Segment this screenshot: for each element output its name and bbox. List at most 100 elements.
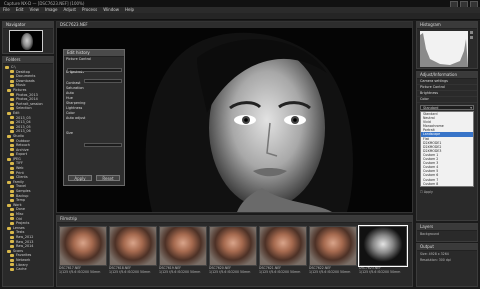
layer-background[interactable]: Background: [417, 231, 477, 237]
output-panel: Output Size: 4928 x 3264 Resolution: 300…: [416, 243, 478, 287]
folder-icon: [10, 120, 14, 124]
folder-icon: [10, 84, 14, 88]
folder-icon: [10, 130, 14, 134]
folder-icon: [10, 171, 14, 175]
folder-icon: [10, 79, 14, 83]
folder-icon: [10, 212, 14, 216]
folder-icon: [10, 153, 14, 157]
filmstrip-list: DSC7617.NEF 1/125 f/5.6 ISO200 50mm DSC761…: [59, 225, 411, 284]
filmstrip-item[interactable]: DSC7620.NEF 1/125 f/5.6 ISO200 50mm: [209, 226, 257, 284]
folder-icon: [10, 125, 14, 129]
adjust-item-color[interactable]: Color: [417, 97, 477, 103]
filmstrip-item[interactable]: DSC7618.NEF 1/125 f/5.6 ISO200 50mm: [109, 226, 157, 284]
navigator-preview[interactable]: [9, 30, 43, 52]
folder-icon: [10, 176, 14, 180]
folder-icon: [5, 65, 9, 69]
toolbar: [0, 13, 480, 20]
folder-icon: [10, 221, 14, 225]
filmstrip-item[interactable]: DSC7619.NEF 1/125 f/5.6 ISO200 50mm: [159, 226, 207, 284]
dialog-preset-value: Neutral: [70, 70, 82, 74]
filmstrip-panel: Filmstrip DSC7617.NEF 1/125 f/5.6 ISO200 …: [56, 215, 413, 287]
filmstrip-item[interactable]: DSC7623.NEF 1/125 f/5.6 ISO200 50mm: [358, 225, 408, 284]
filmstrip-item[interactable]: DSC7617.NEF 1/125 f/5.6 ISO200 50mm: [59, 226, 107, 284]
apply-label: Apply: [74, 176, 86, 181]
folder-label: Cache: [16, 267, 27, 272]
navigator-face-image: [21, 33, 33, 50]
output-resolution: Resolution: 300 dpi: [420, 258, 451, 262]
histogram-panel: Histogram: [416, 21, 478, 69]
folder-icon: [10, 93, 14, 97]
folder-icon: [7, 203, 11, 207]
folder-icon: [10, 240, 14, 244]
histogram-title: Histogram: [417, 22, 477, 29]
adjust-extra-checkbox[interactable]: ☐ Apply: [420, 190, 474, 195]
folder-icon: [10, 231, 14, 235]
folder-icon: [10, 244, 14, 248]
folder-icon: [10, 267, 14, 271]
chevron-down-icon: ▾: [470, 106, 472, 110]
folder-icon: [10, 74, 14, 78]
folder-icon: [10, 235, 14, 239]
dialog-row-auto-adjust[interactable]: Auto adjust: [64, 116, 124, 121]
folder-label: C:\: [11, 65, 16, 69]
filmstrip-title: Filmstrip: [57, 216, 412, 223]
histogram-graph: [420, 31, 468, 67]
dialog-row-picture-control: Picture Control: [66, 57, 91, 61]
thumbnail-info: 1/125 f/5.6 ISO200 50mm: [259, 270, 301, 274]
filmstrip-item[interactable]: DSC7622.NEF 1/125 f/5.6 ISO200 50mm: [309, 226, 357, 284]
thumbnail-image: [159, 226, 207, 266]
layers-title: Layers: [417, 224, 477, 231]
edit-dialog: Edit history Picture Control Neutral Bri…: [63, 49, 125, 186]
options-icon[interactable]: [470, 36, 473, 39]
thumbnail-info: 1/125 f/5.6 ISO200 50mm: [159, 270, 201, 274]
layers-panel: Layers Background: [416, 223, 478, 242]
dialog-reset-button[interactable]: Reset: [96, 175, 120, 181]
folder-tree-item[interactable]: Cache: [5, 267, 53, 272]
folder-icon: [10, 217, 14, 221]
folder-icon: [10, 143, 14, 147]
folders-panel: Folders C:\ Desktop Documents Downloads Musi…: [2, 56, 54, 287]
folder-icon: [10, 148, 14, 152]
thumbnail-image: [109, 226, 157, 266]
folder-icon: [10, 189, 14, 193]
brightness-slider[interactable]: [84, 79, 122, 83]
thumbnail-image: [358, 225, 408, 267]
thumbnail-image: [309, 226, 357, 266]
reset-label: Reset: [102, 176, 114, 181]
channel-icon[interactable]: [470, 31, 473, 34]
folder-icon: [10, 97, 14, 101]
folder-tree: C:\ Desktop Documents Downloads Music Picture…: [3, 64, 53, 272]
thumbnail-image: [209, 226, 257, 266]
folder-icon: [7, 226, 11, 230]
histogram-tools: [470, 31, 476, 67]
folder-icon: [10, 263, 14, 267]
navigator-panel: Navigator: [2, 21, 54, 54]
thumbnail-image: [59, 226, 107, 266]
thumbnail-image: [259, 226, 307, 266]
dialog-title: Edit history: [64, 50, 124, 57]
navigator-title: Navigator: [3, 22, 53, 29]
sharpening-slider[interactable]: [84, 143, 122, 147]
picture-control-option[interactable]: Custom 8: [421, 182, 473, 186]
folder-icon: [10, 70, 14, 74]
folder-icon: [10, 185, 14, 189]
adjust-panel: Adjust/Information Camera settings Pictu…: [416, 71, 478, 221]
folder-icon: [7, 157, 11, 161]
adjust-title: Adjust/Information: [417, 72, 477, 79]
dialog-row-size: Size: [66, 131, 73, 135]
filmstrip-item[interactable]: DSC7621.NEF 1/125 f/5.6 ISO200 50mm: [259, 226, 307, 284]
output-title: Output: [417, 244, 477, 251]
dialog-preset-field[interactable]: Neutral: [67, 68, 122, 74]
folder-icon: [7, 249, 11, 253]
folder-icon: [10, 166, 14, 170]
folder-icon: [10, 194, 14, 198]
folder-icon: [10, 116, 14, 120]
folder-icon: [10, 199, 14, 203]
folder-icon: [7, 88, 11, 92]
dialog-apply-button[interactable]: Apply: [68, 175, 92, 181]
folder-icon: [7, 111, 11, 115]
folder-icon: [7, 134, 11, 138]
thumbnail-info: 1/125 f/5.6 ISO200 50mm: [359, 270, 401, 274]
picture-control-dropdown[interactable]: Standard ▾: [420, 105, 474, 110]
folder-icon: [10, 208, 14, 212]
